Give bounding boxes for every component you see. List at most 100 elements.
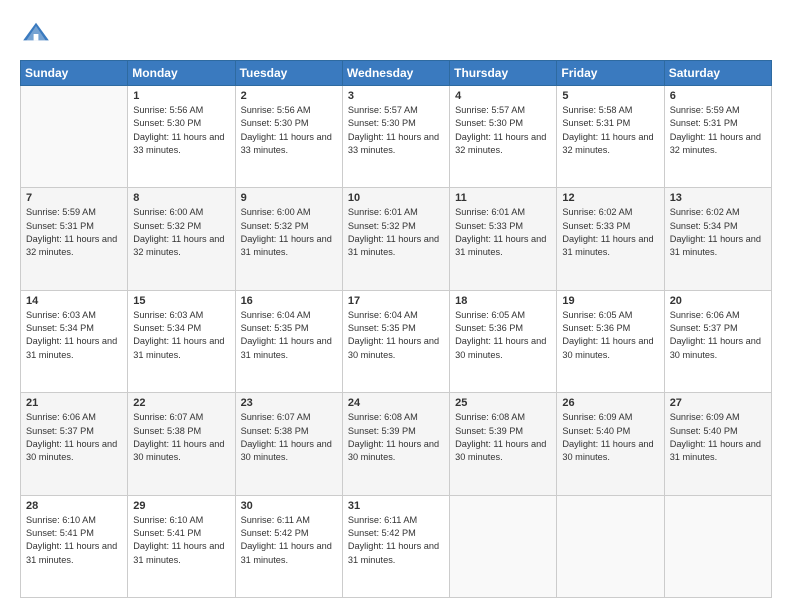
day-number: 2	[241, 90, 337, 102]
day-info: Sunrise: 6:05 AMSunset: 5:36 PMDaylight:…	[562, 309, 658, 362]
day-number: 24	[348, 397, 444, 409]
day-number: 23	[241, 397, 337, 409]
day-cell: 8 Sunrise: 6:00 AMSunset: 5:32 PMDaylight…	[128, 188, 235, 290]
day-number: 16	[241, 295, 337, 307]
logo	[20, 18, 56, 50]
day-cell	[450, 495, 557, 597]
day-info: Sunrise: 6:04 AMSunset: 5:35 PMDaylight:…	[241, 309, 337, 362]
day-info: Sunrise: 5:59 AMSunset: 5:31 PMDaylight:…	[26, 206, 122, 259]
day-cell	[21, 86, 128, 188]
weekday-header-saturday: Saturday	[664, 61, 771, 86]
day-cell: 24 Sunrise: 6:08 AMSunset: 5:39 PMDayligh…	[342, 393, 449, 495]
day-number: 12	[562, 192, 658, 204]
day-cell: 21Sunrise: 6:06 AMSunset: 5:37 PMDayligh…	[21, 393, 128, 495]
day-info: Sunrise: 5:56 AMSunset: 5:30 PMDaylight:…	[133, 104, 229, 157]
day-info: Sunrise: 6:02 AMSunset: 5:33 PMDaylight:…	[562, 206, 658, 259]
day-number: 27	[670, 397, 766, 409]
day-info: Sunrise: 6:10 AMSunset: 5:41 PMDaylight:…	[133, 514, 229, 567]
day-info: Sunrise: 6:03 AMSunset: 5:34 PMDaylight:…	[26, 309, 122, 362]
day-cell: 15Sunrise: 6:03 AMSunset: 5:34 PMDayligh…	[128, 290, 235, 392]
day-info: Sunrise: 5:57 AMSunset: 5:30 PMDaylight:…	[455, 104, 551, 157]
day-number: 15	[133, 295, 229, 307]
day-cell	[557, 495, 664, 597]
day-number: 17	[348, 295, 444, 307]
day-info: Sunrise: 6:09 AMSunset: 5:40 PMDaylight:…	[562, 411, 658, 464]
day-info: Sunrise: 5:57 AMSunset: 5:30 PMDaylight:…	[348, 104, 444, 157]
day-cell: 20 Sunrise: 6:06 AMSunset: 5:37 PMDayligh…	[664, 290, 771, 392]
logo-icon	[20, 18, 52, 50]
day-number: 1	[133, 90, 229, 102]
day-cell: 14 Sunrise: 6:03 AMSunset: 5:34 PMDayligh…	[21, 290, 128, 392]
day-info: Sunrise: 5:58 AMSunset: 5:31 PMDaylight:…	[562, 104, 658, 157]
day-info: Sunrise: 6:06 AMSunset: 5:37 PMDaylight:…	[670, 309, 766, 362]
day-info: Sunrise: 5:56 AMSunset: 5:30 PMDaylight:…	[241, 104, 337, 157]
week-row-5: 28 Sunrise: 6:10 AMSunset: 5:41 PMDayligh…	[21, 495, 772, 597]
day-cell: 11 Sunrise: 6:01 AMSunset: 5:33 PMDayligh…	[450, 188, 557, 290]
day-cell	[664, 495, 771, 597]
calendar-table: SundayMondayTuesdayWednesdayThursdayFrid…	[20, 60, 772, 598]
day-cell: 3 Sunrise: 5:57 AMSunset: 5:30 PMDaylight…	[342, 86, 449, 188]
weekday-header-monday: Monday	[128, 61, 235, 86]
day-cell: 27Sunrise: 6:09 AMSunset: 5:40 PMDayligh…	[664, 393, 771, 495]
day-cell: 17 Sunrise: 6:04 AMSunset: 5:35 PMDayligh…	[342, 290, 449, 392]
day-number: 11	[455, 192, 551, 204]
weekday-header-row: SundayMondayTuesdayWednesdayThursdayFrid…	[21, 61, 772, 86]
day-cell: 30Sunrise: 6:11 AMSunset: 5:42 PMDayligh…	[235, 495, 342, 597]
day-cell: 16 Sunrise: 6:04 AMSunset: 5:35 PMDayligh…	[235, 290, 342, 392]
day-info: Sunrise: 6:08 AMSunset: 5:39 PMDaylight:…	[455, 411, 551, 464]
weekday-header-sunday: Sunday	[21, 61, 128, 86]
page: SundayMondayTuesdayWednesdayThursdayFrid…	[0, 0, 792, 612]
day-number: 20	[670, 295, 766, 307]
day-cell: 1 Sunrise: 5:56 AMSunset: 5:30 PMDaylight…	[128, 86, 235, 188]
day-cell: 19 Sunrise: 6:05 AMSunset: 5:36 PMDayligh…	[557, 290, 664, 392]
day-info: Sunrise: 6:11 AMSunset: 5:42 PMDaylight:…	[348, 514, 444, 567]
day-number: 26	[562, 397, 658, 409]
day-cell: 7Sunrise: 5:59 AMSunset: 5:31 PMDaylight…	[21, 188, 128, 290]
day-info: Sunrise: 6:00 AMSunset: 5:32 PMDaylight:…	[133, 206, 229, 259]
day-number: 5	[562, 90, 658, 102]
day-info: Sunrise: 6:01 AMSunset: 5:32 PMDaylight:…	[348, 206, 444, 259]
weekday-header-tuesday: Tuesday	[235, 61, 342, 86]
day-number: 4	[455, 90, 551, 102]
day-info: Sunrise: 6:04 AMSunset: 5:35 PMDaylight:…	[348, 309, 444, 362]
day-number: 10	[348, 192, 444, 204]
week-row-3: 14 Sunrise: 6:03 AMSunset: 5:34 PMDayligh…	[21, 290, 772, 392]
day-cell: 10 Sunrise: 6:01 AMSunset: 5:32 PMDayligh…	[342, 188, 449, 290]
day-info: Sunrise: 6:01 AMSunset: 5:33 PMDaylight:…	[455, 206, 551, 259]
day-number: 3	[348, 90, 444, 102]
weekday-header-friday: Friday	[557, 61, 664, 86]
day-number: 13	[670, 192, 766, 204]
day-cell: 9 Sunrise: 6:00 AMSunset: 5:32 PMDaylight…	[235, 188, 342, 290]
day-cell: 31 Sunrise: 6:11 AMSunset: 5:42 PMDayligh…	[342, 495, 449, 597]
weekday-header-thursday: Thursday	[450, 61, 557, 86]
day-cell: 12 Sunrise: 6:02 AMSunset: 5:33 PMDayligh…	[557, 188, 664, 290]
day-number: 25	[455, 397, 551, 409]
day-number: 8	[133, 192, 229, 204]
day-info: Sunrise: 6:08 AMSunset: 5:39 PMDaylight:…	[348, 411, 444, 464]
day-number: 31	[348, 500, 444, 512]
day-info: Sunrise: 6:05 AMSunset: 5:36 PMDaylight:…	[455, 309, 551, 362]
day-number: 30	[241, 500, 337, 512]
day-cell: 26 Sunrise: 6:09 AMSunset: 5:40 PMDayligh…	[557, 393, 664, 495]
day-number: 19	[562, 295, 658, 307]
day-number: 6	[670, 90, 766, 102]
day-cell: 6Sunrise: 5:59 AMSunset: 5:31 PMDaylight…	[664, 86, 771, 188]
day-cell: 18Sunrise: 6:05 AMSunset: 5:36 PMDayligh…	[450, 290, 557, 392]
day-info: Sunrise: 6:00 AMSunset: 5:32 PMDaylight:…	[241, 206, 337, 259]
day-cell: 23 Sunrise: 6:07 AMSunset: 5:38 PMDayligh…	[235, 393, 342, 495]
day-number: 21	[26, 397, 122, 409]
day-cell: 29 Sunrise: 6:10 AMSunset: 5:41 PMDayligh…	[128, 495, 235, 597]
day-cell: 2 Sunrise: 5:56 AMSunset: 5:30 PMDaylight…	[235, 86, 342, 188]
day-cell: 4 Sunrise: 5:57 AMSunset: 5:30 PMDaylight…	[450, 86, 557, 188]
day-cell: 13Sunrise: 6:02 AMSunset: 5:34 PMDayligh…	[664, 188, 771, 290]
header	[20, 18, 772, 50]
day-info: Sunrise: 6:07 AMSunset: 5:38 PMDaylight:…	[241, 411, 337, 464]
day-cell: 22Sunrise: 6:07 AMSunset: 5:38 PMDayligh…	[128, 393, 235, 495]
day-cell: 25 Sunrise: 6:08 AMSunset: 5:39 PMDayligh…	[450, 393, 557, 495]
day-number: 29	[133, 500, 229, 512]
day-info: Sunrise: 6:10 AMSunset: 5:41 PMDaylight:…	[26, 514, 122, 567]
day-number: 14	[26, 295, 122, 307]
week-row-2: 7Sunrise: 5:59 AMSunset: 5:31 PMDaylight…	[21, 188, 772, 290]
day-number: 9	[241, 192, 337, 204]
day-number: 28	[26, 500, 122, 512]
